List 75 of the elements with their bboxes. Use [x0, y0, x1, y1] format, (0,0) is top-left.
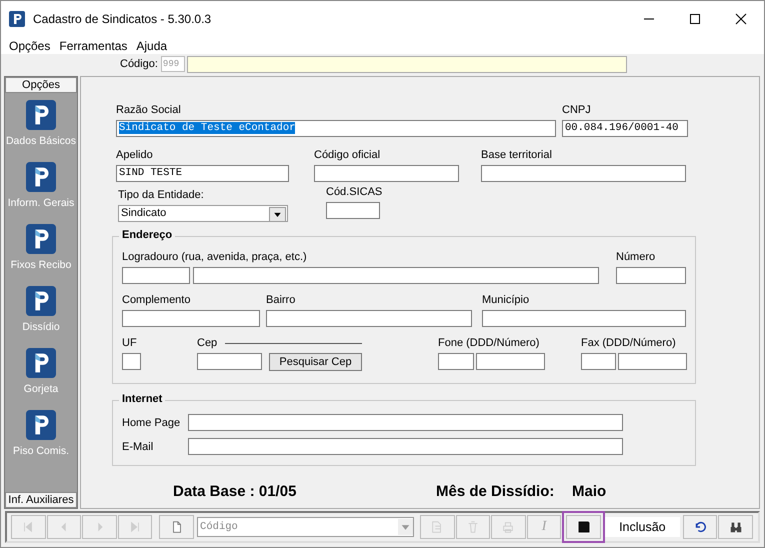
sidebar-item[interactable]: Fixos Recibo: [10, 259, 72, 271]
data-base-text: Data Base : 01/05: [173, 483, 298, 500]
menu-item[interactable]: Ferramentas: [59, 38, 128, 52]
sidebar-item[interactable]: Dados Básicos: [6, 135, 76, 147]
field-value: Sindicato de Teste eContador: [119, 122, 296, 134]
input-field[interactable]: [438, 353, 474, 370]
dropdown[interactable]: Sindicato: [118, 205, 288, 222]
input-field[interactable]: [122, 353, 141, 370]
logo-icon[interactable]: [26, 224, 56, 254]
input-field[interactable]: [314, 165, 459, 182]
undo-button[interactable]: [682, 515, 718, 539]
mode-status: Inclusão: [604, 517, 680, 537]
input-field[interactable]: [266, 310, 472, 327]
menu-item[interactable]: Opções: [9, 38, 50, 52]
new-button[interactable]: [159, 515, 194, 539]
field-label: Complemento: [122, 294, 192, 307]
code-label: Código:: [120, 58, 158, 70]
field-label: Razão Social: [116, 104, 182, 117]
input-field[interactable]: [581, 353, 616, 370]
sidebar-footer-button[interactable]: Inf. Auxiliares: [5, 492, 77, 508]
sidebar-item[interactable]: Dissídio: [22, 321, 60, 333]
dissidio-label: Mês de Dissídio:: [436, 483, 556, 500]
group-title: Internet: [119, 393, 166, 405]
input-field[interactable]: [197, 353, 262, 370]
logo-icon[interactable]: [26, 410, 56, 440]
binoculars-icon[interactable]: [728, 520, 743, 534]
field-label: Município: [482, 294, 530, 307]
input-field[interactable]: [326, 202, 380, 219]
find-button[interactable]: [718, 515, 753, 539]
field-label: Número: [616, 251, 656, 264]
sidebar-item[interactable]: Inform. Gerais: [8, 197, 74, 209]
input-field[interactable]: [616, 267, 686, 284]
input-field[interactable]: [481, 165, 686, 182]
field-label: Base territorial: [481, 149, 553, 162]
sidebar-item[interactable]: Gorjeta: [24, 383, 58, 395]
field-label: Apelido: [116, 149, 154, 162]
logo-icon[interactable]: [26, 348, 56, 378]
input-field[interactable]: Sindicato de Teste eContador: [116, 120, 556, 137]
field-label: Bairro: [266, 294, 296, 307]
input-field[interactable]: [122, 267, 190, 284]
sidebar-item[interactable]: Piso Comis.: [12, 445, 69, 457]
input-field[interactable]: [122, 310, 260, 327]
logo-icon[interactable]: [26, 100, 56, 130]
undo-icon[interactable]: [693, 520, 708, 534]
field-label: UF: [122, 337, 138, 350]
field-label: Código oficial: [314, 149, 382, 162]
search-cep-button[interactable]: Pesquisar Cep: [269, 353, 362, 371]
app-logo-icon: [9, 11, 25, 27]
field-label: Cep: [197, 337, 218, 350]
field-label: CNPJ: [562, 104, 592, 117]
group-title: Endereço: [119, 229, 176, 241]
input-field[interactable]: [188, 414, 623, 431]
logo-icon[interactable]: [26, 286, 56, 316]
field-label: Cód.SICAS: [326, 186, 380, 199]
field-label: Home Page: [122, 416, 182, 428]
field-label: Fax (DDD/Número): [581, 337, 677, 350]
input-field[interactable]: [188, 438, 623, 455]
menu-item[interactable]: Ajuda: [136, 38, 168, 52]
window-title: Cadastro de Sindicatos - 5.30.0.3: [33, 12, 212, 26]
input-field[interactable]: 00.084.196/0001-40: [562, 120, 688, 137]
field-label: E-Mail: [122, 440, 154, 452]
input-field[interactable]: SIND TESTE: [116, 165, 289, 182]
input-field[interactable]: [476, 353, 545, 370]
field-label: Logradouro (rua, avenida, praça, etc.): [122, 251, 308, 264]
code-field[interactable]: 999: [160, 56, 185, 72]
search-dropdown[interactable]: Código: [197, 517, 414, 537]
logo-icon[interactable]: [26, 162, 56, 192]
input-field[interactable]: [193, 267, 599, 284]
name-field[interactable]: [186, 56, 627, 72]
field-label: Fone (DDD/Número): [438, 337, 540, 350]
field-label: Tipo da Entidade:: [118, 189, 205, 202]
dissidio-value: Maio: [572, 483, 606, 500]
input-field[interactable]: [482, 310, 686, 327]
input-field[interactable]: [618, 353, 687, 370]
sidebar-header-button[interactable]: Opções: [5, 77, 77, 93]
